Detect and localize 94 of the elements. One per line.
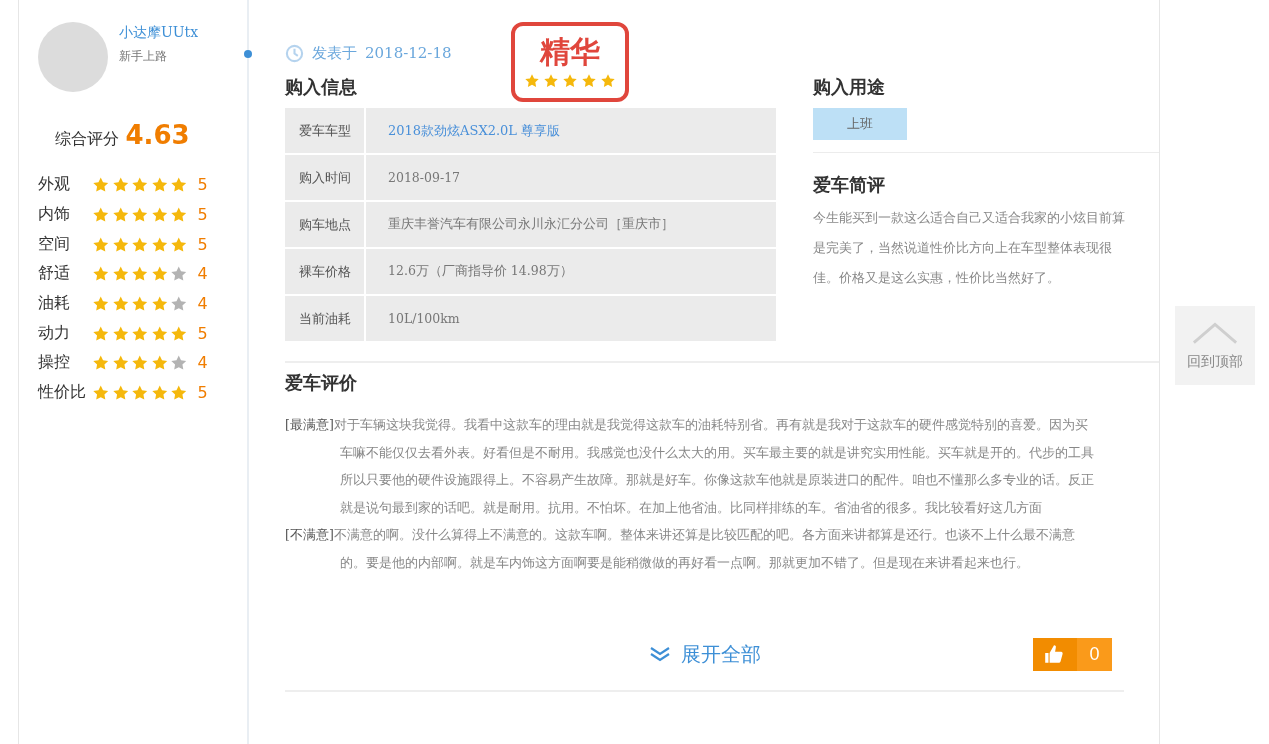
- table-cell-value: 10L/100km: [388, 311, 460, 326]
- rating-score: 5: [197, 383, 208, 403]
- star-icon: [170, 295, 188, 313]
- star-icon: [150, 295, 168, 313]
- published-label: 发表于: [312, 43, 357, 63]
- section-heading: 购入用途: [813, 75, 885, 99]
- star-icon: [150, 384, 168, 402]
- section-heading: 购入信息: [285, 75, 357, 99]
- rating-label: 性价比: [38, 382, 87, 404]
- star-icon: [92, 235, 110, 253]
- rating-label: 内饰: [38, 204, 71, 226]
- star-icon: [92, 295, 110, 313]
- star-icon: [170, 384, 188, 402]
- section-heading: 爱车简评: [813, 173, 885, 197]
- star-icon: [170, 354, 188, 372]
- table-cell: 爱车车型: [285, 108, 364, 153]
- section-heading: 爱车评价: [285, 371, 357, 395]
- star-icon: [170, 176, 188, 194]
- star-icon: [150, 265, 168, 283]
- clock-icon: [285, 43, 304, 63]
- star-icon: [150, 206, 168, 224]
- star-icon: [92, 354, 110, 372]
- rating-label: 外观: [38, 174, 71, 196]
- brief-review-text: 今生能买到一款这么适合自己又适合我家的小炫目前算是完美了，当然说道性价比方向上在车型整体表现很佳。价格又是这么实惠，性价比当然好了。: [813, 209, 1126, 287]
- rating-score: 5: [197, 323, 208, 343]
- back-to-top-button[interactable]: 回到顶部: [1175, 306, 1255, 385]
- star-icon: [92, 265, 110, 283]
- star-icon: [170, 235, 188, 253]
- overall-score-label: 综合评分: [55, 129, 120, 150]
- star-icon: [92, 384, 110, 402]
- star-icon: [131, 176, 149, 194]
- star-icon: [131, 295, 149, 313]
- table-cell: 购车地点: [285, 202, 364, 247]
- overall-score: 4.63: [125, 120, 190, 150]
- timeline-dot: [244, 50, 252, 58]
- table-cell-value: 2018-09-17: [388, 170, 461, 185]
- stamp-title: 精华: [540, 36, 600, 67]
- star-icon: [111, 295, 129, 313]
- rating-score: 5: [197, 205, 208, 225]
- rating-score: 4: [197, 264, 208, 284]
- purpose-tag: 上班: [813, 108, 907, 140]
- expand-all-link[interactable]: 展开全部: [648, 640, 761, 668]
- rating-label: 操控: [38, 352, 71, 374]
- chevron-up-icon: [1191, 320, 1239, 345]
- review-paragraph: [不满意]不满意的啊。没什么算得上不满意的。这款车啊。整体来讲还算是比较匹配的吧。各方面来讲都算是还行。也谈不上什么最不满意的。要是他的内部啊。就是车内饰这方面啊要是能稍微做的再好看一点啊。那就更加不错了。但是现在来讲看起来也行。: [285, 526, 1076, 572]
- double-chevron-down-icon: [648, 646, 671, 662]
- table-cell: 当前油耗: [285, 296, 364, 341]
- star-icon: [150, 176, 168, 194]
- star-icon: [581, 72, 597, 88]
- star-icon: [131, 354, 149, 372]
- star-icon: [92, 176, 110, 194]
- star-icon: [131, 265, 149, 283]
- rating-score: 5: [197, 234, 208, 254]
- rating-score: 4: [197, 294, 208, 314]
- thumbs-up-icon: [1043, 643, 1065, 665]
- rating-label: 动力: [38, 322, 71, 344]
- star-icon: [111, 235, 129, 253]
- star-icon: [111, 206, 129, 224]
- star-icon: [92, 206, 110, 224]
- star-icon: [111, 265, 129, 283]
- star-icon: [111, 324, 129, 342]
- star-icon: [111, 354, 129, 372]
- rating-label: 舒适: [38, 263, 71, 285]
- star-icon: [600, 72, 616, 88]
- star-icon: [131, 324, 149, 342]
- car-model-link[interactable]: 2018款劲炫ASX2.0L 尊享版: [388, 121, 561, 140]
- star-icon: [131, 235, 149, 253]
- star-icon: [170, 206, 188, 224]
- review-paragraph: [最满意]对于车辆这块我觉得。我看中这款车的理由就是我觉得这款车的油耗特别省。再有就是我对于这款车的硬件感觉特别的喜爱。因为买车嘛不能仅仅去看外表。好看但是不耐用。我感觉也没什么太大的用。买车最主要的就是讲究实用性能。买车就是开的。代步的工具所以只要他的硬件设施跟得上。不容易产生故障。那就是好车。你像这款车他就是原装进口的配件。咱也不懂那么多专业的话。反正就是说句最到家的话吧。就是耐用。抗用。不怕坏。在加上他省油。比同样排练的车。省油省的很多。我比较看好这几方面: [285, 416, 1095, 517]
- star-icon: [562, 72, 578, 88]
- table-cell: 购入时间: [285, 155, 364, 200]
- star-icon: [150, 235, 168, 253]
- star-icon: [111, 384, 129, 402]
- author-name-link[interactable]: 小达摩UUtx: [119, 24, 199, 42]
- star-icon: [150, 354, 168, 372]
- table-cell-value: 重庆丰誉汽车有限公司永川永汇分公司［重庆市］: [388, 216, 674, 233]
- published-date: 2018-12-18: [365, 44, 452, 62]
- star-icon: [92, 324, 110, 342]
- rating-label: 油耗: [38, 293, 71, 315]
- rating-score: 4: [197, 353, 208, 373]
- star-icon: [543, 72, 559, 88]
- star-icon: [150, 324, 168, 342]
- star-icon: [111, 176, 129, 194]
- star-icon: [131, 384, 149, 402]
- author-level: 新手上路: [119, 48, 168, 65]
- like-button[interactable]: 0: [1033, 638, 1112, 671]
- table-cell: 裸车价格: [285, 249, 364, 294]
- star-icon: [170, 265, 188, 283]
- rating-label: 空间: [38, 233, 71, 255]
- star-icon: [170, 324, 188, 342]
- rating-score: 5: [197, 175, 208, 195]
- table-cell-value: 12.6万（厂商指导价 14.98万）: [388, 263, 573, 280]
- star-icon: [524, 72, 540, 88]
- star-icon: [131, 206, 149, 224]
